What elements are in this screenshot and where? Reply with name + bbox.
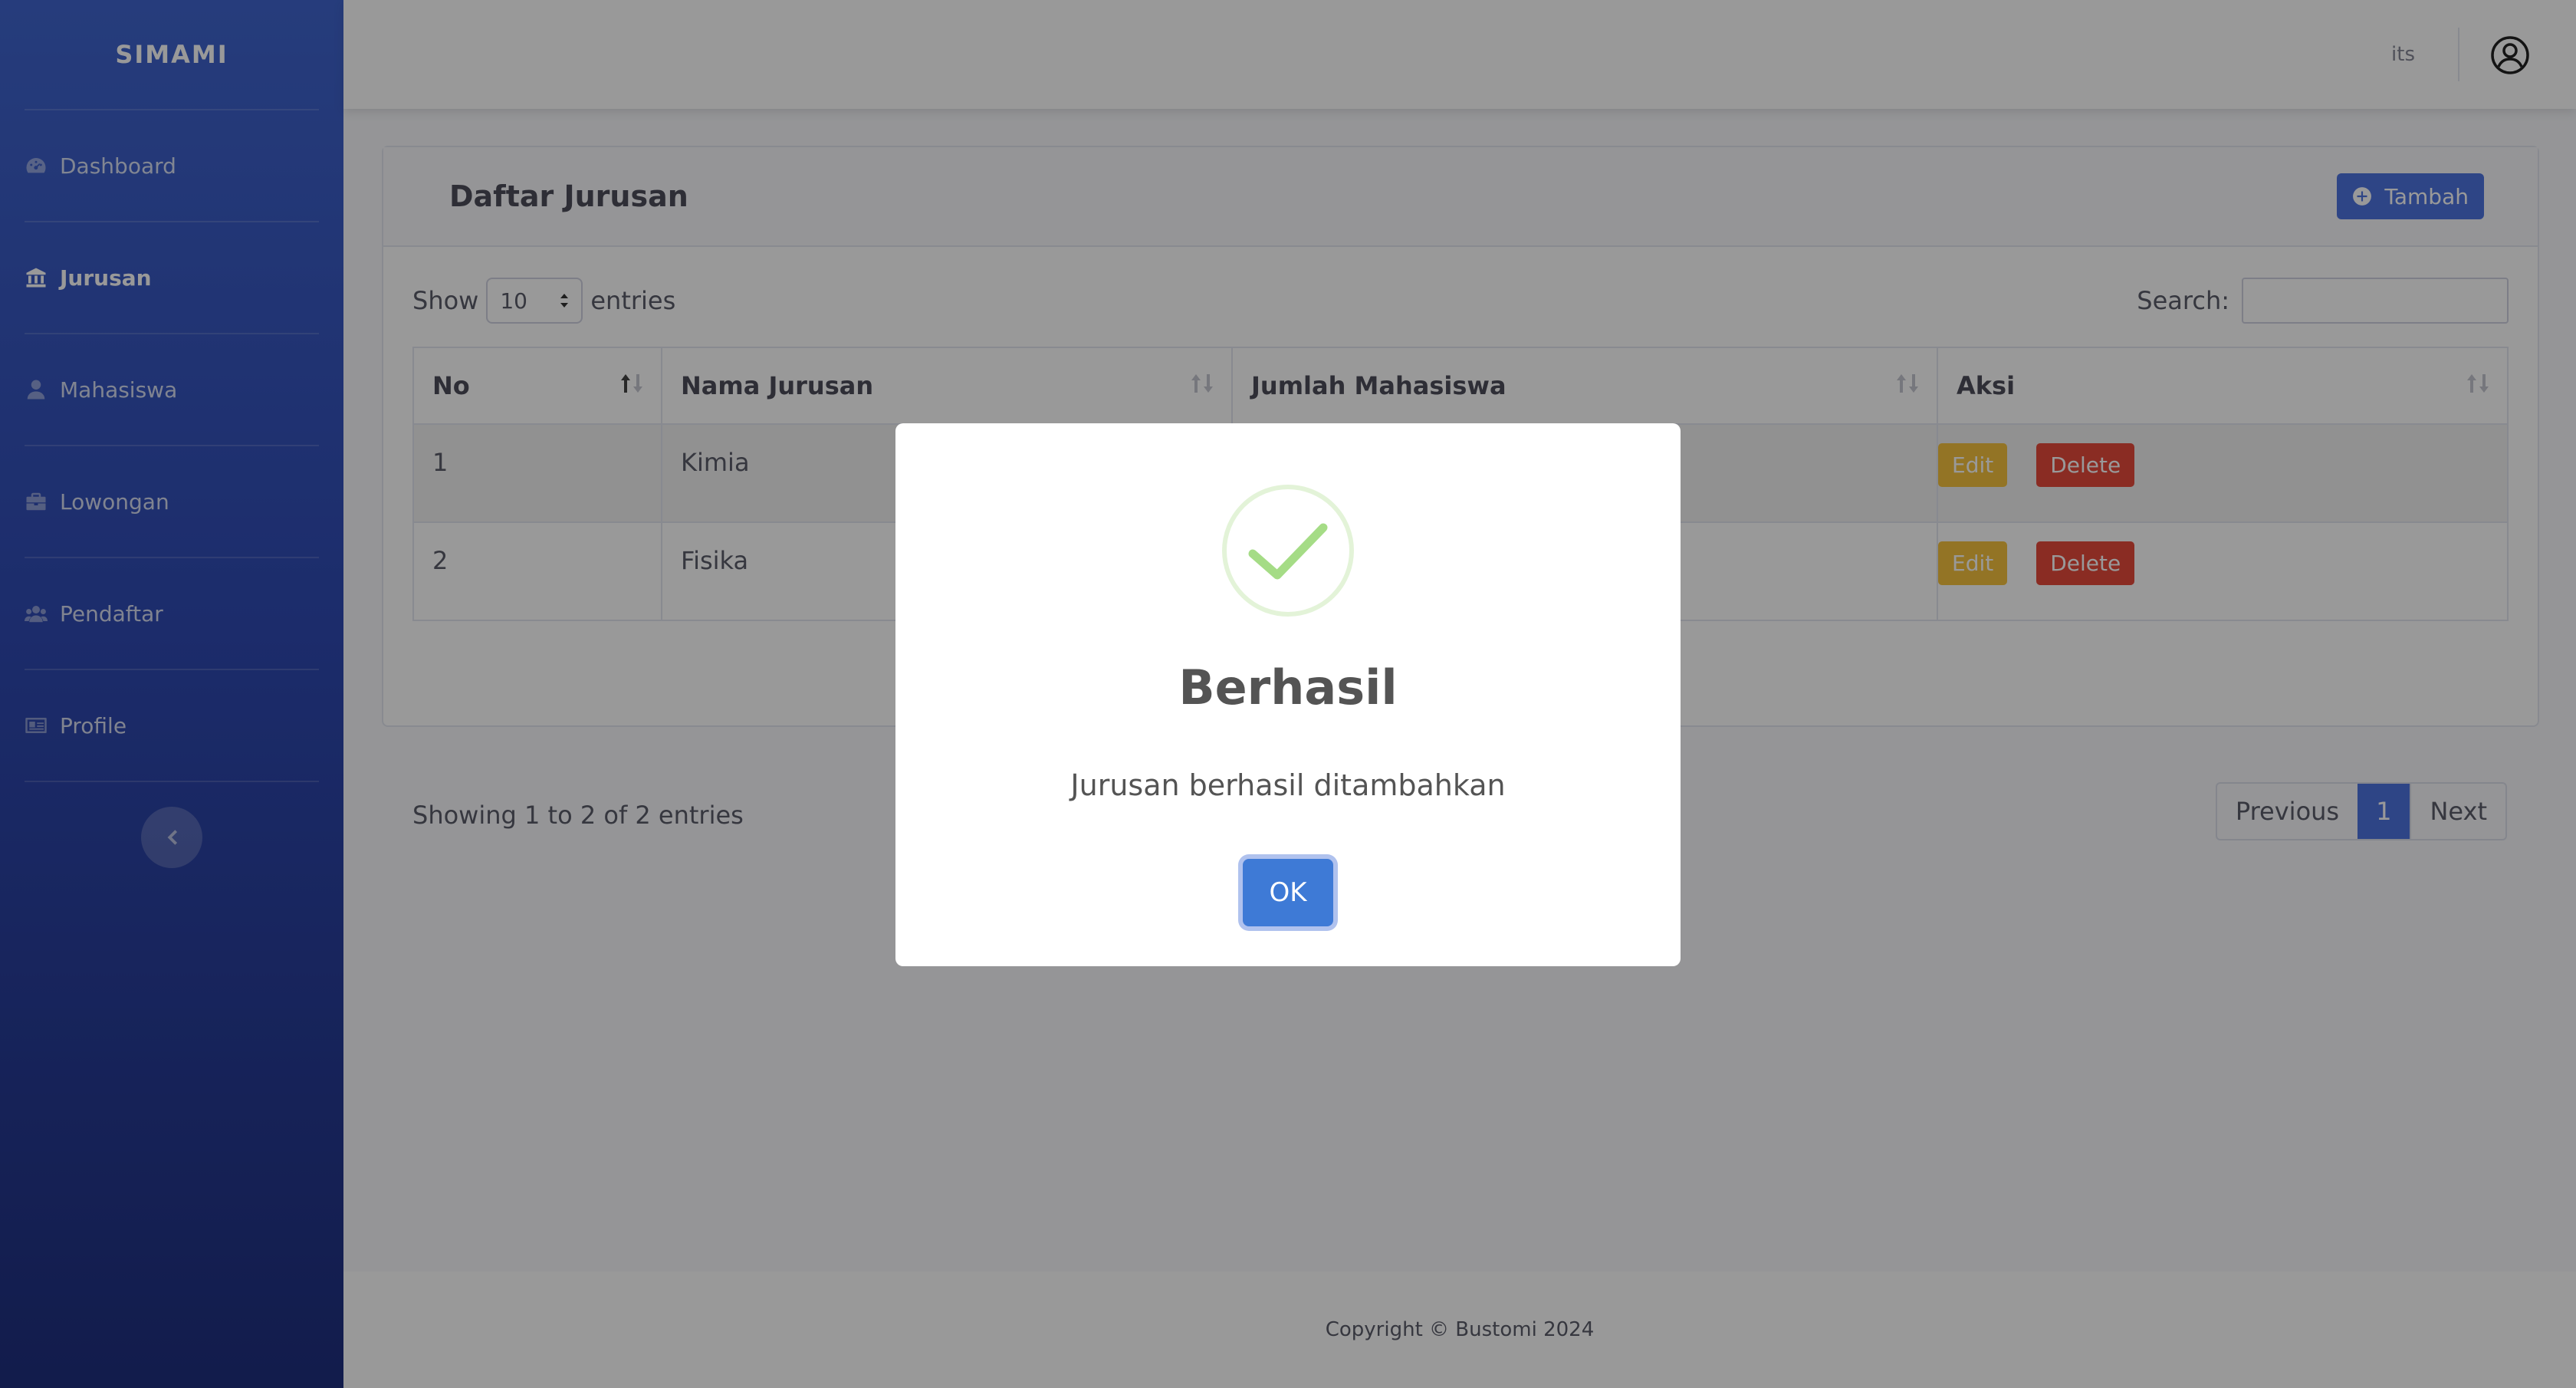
ok-button[interactable]: OK [1243,859,1333,926]
success-check-icon [1222,485,1354,617]
success-dialog: Berhasil Jurusan berhasil ditambahkan OK [895,423,1681,966]
dialog-title: Berhasil [1178,659,1398,715]
dialog-message: Jurusan berhasil ditambahkan [1070,768,1506,802]
